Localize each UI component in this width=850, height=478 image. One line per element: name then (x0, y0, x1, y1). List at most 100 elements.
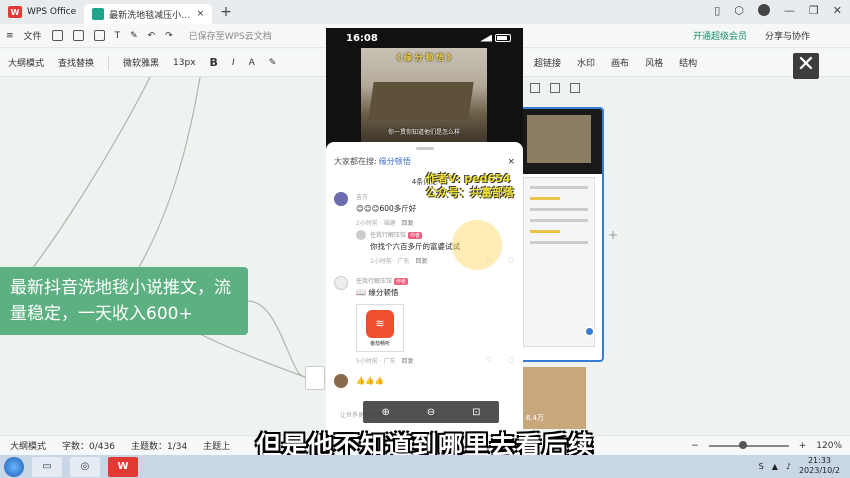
close-preview-button[interactable]: ✕ (793, 53, 819, 79)
tray-icon[interactable]: S (759, 462, 764, 471)
like-icon[interactable]: ♡ (486, 356, 492, 364)
print-icon[interactable] (93, 30, 105, 41)
search-keyword-link[interactable]: 缘分顿悟 (379, 156, 411, 167)
phone-status-icons (480, 34, 511, 42)
floor-image (527, 115, 591, 163)
clock-time: 21:33 (807, 456, 832, 465)
reply-button[interactable]: 回复 (402, 220, 414, 227)
redo-icon[interactable]: ↷ (165, 31, 173, 41)
windows-taskbar: ▭ ◎ W S ▲ ♪ 21:33 2023/10/2 (0, 455, 850, 478)
divider (108, 55, 110, 70)
reply-button[interactable]: 回复 (416, 258, 428, 265)
delete-icon[interactable] (570, 83, 580, 93)
resize-handle[interactable] (584, 326, 595, 337)
avatar[interactable] (757, 4, 770, 16)
layout-icon[interactable] (530, 83, 540, 93)
comment-meta: 1小时前 · 广东 (370, 258, 410, 265)
document-tab-title: 最新洗地毯减压小说推文， (109, 10, 191, 21)
book-icon: 📖 (356, 288, 366, 297)
fanqie-app-icon: ≋ (366, 309, 394, 338)
mindmap-doc-icon (92, 8, 105, 20)
font-select[interactable]: 微软雅黑 (123, 56, 159, 69)
close-sheet-icon[interactable]: × (507, 157, 515, 167)
comment-text: 缘分顿悟 (368, 288, 399, 297)
app-card-name: 番茄畅听 (369, 340, 390, 347)
vip-button[interactable]: 开通超级会员 (693, 29, 747, 42)
new-tab-button[interactable]: + (220, 4, 232, 20)
highlight-icon[interactable]: ✎ (269, 58, 277, 68)
comment-meta: 2小时前 · 福建 (356, 220, 396, 227)
fit-icon[interactable]: ⊡ (472, 407, 480, 418)
signal-icon (480, 34, 492, 42)
close-window-icon[interactable]: ✕ (833, 4, 842, 17)
hamburger-icon[interactable]: ≡ (6, 31, 14, 41)
collapsed-node[interactable] (305, 366, 325, 390)
export-icon[interactable] (72, 30, 84, 41)
wps-home-tab[interactable]: W WPS Office (0, 0, 84, 24)
video-frame: 《 缘 分 顿 悟 》 你一贯你知道他们是怎么样 (361, 48, 487, 142)
rug-image (368, 82, 474, 120)
outline-mode-button[interactable]: 大纲模式 (8, 56, 44, 69)
battery-icon (495, 34, 511, 42)
network-icon[interactable]: ▲ (772, 462, 778, 471)
share-button[interactable]: 分享与协作 (765, 29, 810, 42)
watermark-button[interactable]: 水印 (577, 56, 595, 69)
find-replace-button[interactable]: 查找替换 (58, 56, 94, 69)
bold-button[interactable]: B (210, 56, 218, 69)
taskbar-app-screen[interactable]: ▭ (32, 456, 62, 477)
comment-text: 😊😊😊600多斤好 (356, 204, 417, 213)
lower-image-node[interactable]: 6.4万 (520, 367, 586, 429)
image-viewer-controls: ⊕ ⊖ ⊡ (363, 401, 499, 423)
eraser-icon[interactable]: ✎ (130, 31, 138, 41)
copy-icon[interactable] (550, 83, 560, 93)
restore-icon[interactable]: ❐ (809, 4, 819, 17)
dislike-icon[interactable]: ◌ (508, 356, 514, 364)
selected-image-node[interactable] (513, 107, 604, 362)
save-icon[interactable] (51, 30, 63, 41)
taskbar-app-wps[interactable]: W (108, 456, 138, 477)
save-status: 已保存至WPS云文档 (188, 32, 272, 42)
comment-item: 👍👍👍 (334, 374, 516, 388)
style-button[interactable]: 风格 (645, 56, 663, 69)
main-topic-node[interactable]: 最新抖音洗地毯小说推文，流量稳定，一天收入600+ (0, 267, 248, 335)
volume-icon[interactable]: ♪ (786, 462, 791, 471)
canvas-button[interactable]: 画布 (611, 56, 629, 69)
clock-date: 2023/10/2 (798, 466, 840, 475)
title-bar: W WPS Office 最新洗地毯减压小说推文， × + ▯ ⬡ — ❐ ✕ (0, 0, 850, 24)
author-watermark: 作者V: ped654 公众号：共富部落 (426, 172, 514, 200)
font-color-icon[interactable]: A (249, 58, 255, 68)
zoom-in-icon[interactable]: ⊕ (381, 407, 389, 418)
format-painter-icon[interactable]: T (115, 31, 121, 41)
layout-icon[interactable]: ▯ (714, 4, 720, 17)
settings-icon[interactable]: ⬡ (734, 4, 744, 17)
document-tab[interactable]: 最新洗地毯减压小说推文， × (84, 4, 213, 24)
start-button[interactable] (4, 456, 24, 477)
app-card[interactable]: ≋ 番茄畅听 (356, 304, 404, 352)
close-tab-icon[interactable]: × (197, 9, 205, 19)
search-suggestion: 大家都在搜: 缘分顿悟 × (326, 150, 523, 167)
author-badge: 作者 (408, 232, 423, 239)
mini-line (530, 219, 588, 222)
italic-button[interactable]: I (232, 58, 235, 68)
comment-meta: 5小时前 · 广东 (356, 358, 396, 365)
comment-author: 任我行解压馆 (356, 278, 393, 285)
font-size-select[interactable]: 13px (173, 58, 196, 68)
clock[interactable]: 21:33 2023/10/2 (799, 456, 840, 476)
comment-text: 👍👍👍 (356, 376, 385, 385)
hyperlink-button[interactable]: 超链接 (534, 56, 561, 69)
reply-button[interactable]: 回复 (402, 358, 414, 365)
node-image-comments (523, 177, 595, 347)
comment-author: 任我行解压馆 (370, 232, 407, 239)
undo-icon[interactable]: ↶ (148, 31, 156, 41)
avatar (334, 276, 348, 290)
structure-button[interactable]: 结构 (679, 56, 697, 69)
minimize-icon[interactable]: — (784, 4, 795, 17)
node-image-top (515, 109, 602, 174)
zoom-out-icon[interactable]: ⊖ (427, 407, 435, 418)
taskbar-app-browser[interactable]: ◎ (70, 456, 100, 477)
add-node-icon[interactable]: + (608, 228, 618, 242)
dislike-icon[interactable]: ◌ (508, 256, 514, 264)
search-prefix: 大家都在搜: (334, 157, 377, 166)
file-menu[interactable]: 文件 (24, 29, 42, 42)
view-count: 6.4万 (526, 414, 545, 422)
